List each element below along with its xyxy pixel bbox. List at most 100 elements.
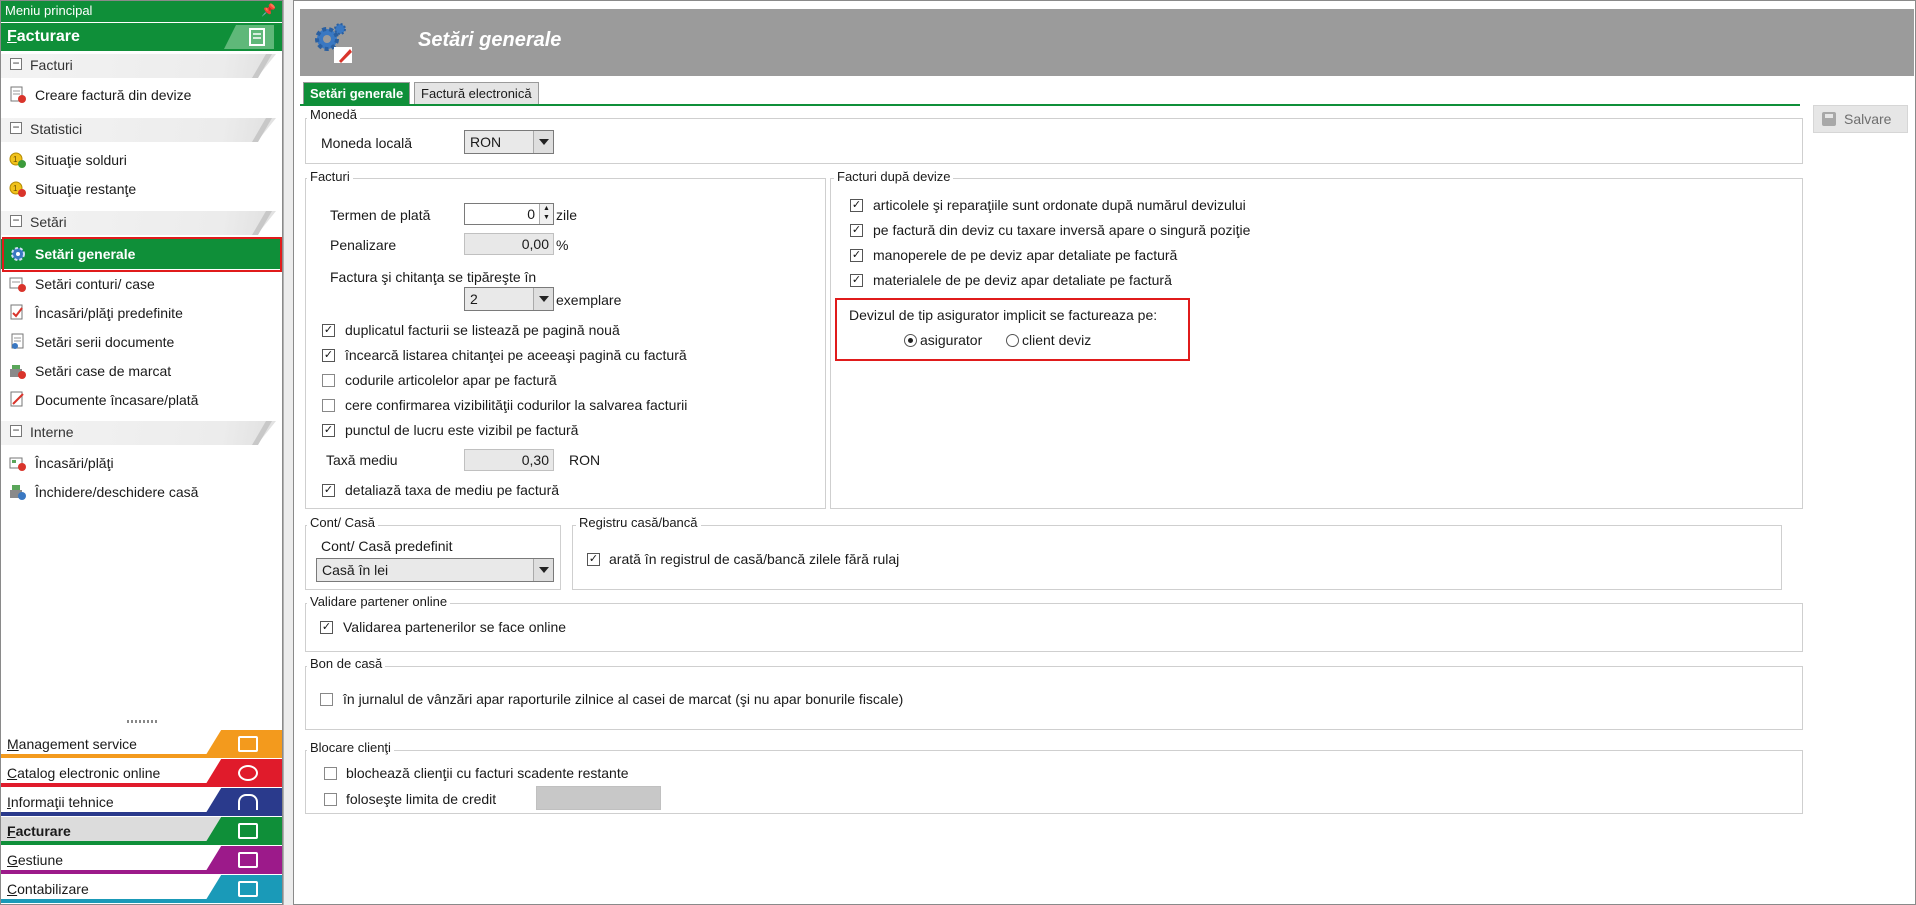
tab-underline xyxy=(300,104,1800,106)
checkbox-chitanta-aceeasi-pagina[interactable]: ✓ xyxy=(322,349,335,362)
radio-client-deviz[interactable] xyxy=(1006,334,1019,347)
balance-coins-icon: 1 xyxy=(9,152,26,168)
sidebar-item-situatie-restante[interactable]: 1 Situaţie restanţe xyxy=(1,175,282,203)
moneda-locala-value: RON xyxy=(470,134,502,150)
sidebar-group-label: Setări xyxy=(30,214,67,230)
sidebar-item-incasari-predefinite[interactable]: Încasări/plăţi predefinite xyxy=(1,299,282,327)
checkbox-materiale-label: materialele de pe deviz apar detaliate p… xyxy=(873,272,1172,288)
at-sign-icon xyxy=(204,759,282,787)
module-label: acturare xyxy=(15,823,71,839)
sidebar-group-facturi[interactable]: − Facturi xyxy=(1,52,282,78)
group-validare-title: Validare partener online xyxy=(307,594,451,609)
module-accesskey: C xyxy=(7,765,18,781)
checkbox-punct-lucru-label: punctul de lucru este vizibil pe factură xyxy=(345,422,579,438)
tiparire-exemplare-select[interactable]: 2 xyxy=(464,287,554,311)
module-label: anagement service xyxy=(18,736,137,752)
page-header: Setări generale xyxy=(300,9,1914,76)
module-facturare[interactable]: Facturare xyxy=(1,817,282,845)
magnet-icon xyxy=(204,788,282,816)
checkbox-zile-fara-rulaj[interactable]: ✓ xyxy=(587,553,600,566)
moneda-locala-label: Moneda locală xyxy=(321,135,413,151)
sidebar-item-label: Situaţie restanţe xyxy=(35,181,137,197)
termen-plata-input[interactable]: 0 ▲ ▼ xyxy=(464,203,554,225)
sidebar-item-situatie-solduri[interactable]: 1 Situaţie solduri xyxy=(1,146,282,174)
checkbox-detaliaza-taxa[interactable]: ✓ xyxy=(322,484,335,497)
checkbox-coduri-articole[interactable] xyxy=(322,374,335,387)
tab-setari-generale[interactable]: Setări generale xyxy=(303,82,411,104)
tab-factura-electronica[interactable]: Factură electronică xyxy=(414,82,539,104)
checkbox-limita-credit[interactable] xyxy=(324,793,337,806)
checkbox-ordonate-deviz[interactable]: ✓ xyxy=(850,199,863,212)
service-module-icon xyxy=(204,730,282,758)
svg-text:1: 1 xyxy=(13,155,18,164)
checkbox-validare-online[interactable]: ✓ xyxy=(320,621,333,634)
checkbox-punct-lucru[interactable]: ✓ xyxy=(322,424,335,437)
panel-divider[interactable] xyxy=(283,0,293,905)
checkbox-taxare-inversa[interactable]: ✓ xyxy=(850,224,863,237)
group-registru-title: Registru casă/bancă xyxy=(576,515,701,530)
sidebar-item-inchidere-casa[interactable]: Închidere/deschidere casă xyxy=(1,478,282,506)
penalizare-input[interactable]: 0,00 xyxy=(464,233,554,255)
cash-register-icon xyxy=(10,365,26,379)
sidebar-item-incasari-plati[interactable]: Încasări/plăţi xyxy=(1,449,282,477)
module-label: nformaţii tehnice xyxy=(10,794,114,810)
active-module-facturare[interactable]: Facturare xyxy=(1,23,282,51)
sidebar-group-setari[interactable]: − Setări xyxy=(1,209,282,235)
payments-predefined-icon xyxy=(10,304,23,320)
taxa-mediu-label: Taxă mediu xyxy=(326,452,398,468)
checkbox-confirmare-coduri[interactable] xyxy=(322,399,335,412)
collapse-icon[interactable]: − xyxy=(10,424,22,437)
taxa-mediu-unit: RON xyxy=(569,452,601,468)
chevron-down-icon[interactable] xyxy=(533,288,553,310)
module-contabilizare[interactable]: Contabilizare xyxy=(1,875,282,903)
save-button[interactable]: Salvare xyxy=(1813,105,1908,133)
checkbox-jurnal-vanzari[interactable] xyxy=(320,693,333,706)
cont-casa-select[interactable]: Casă în lei xyxy=(316,558,554,582)
sidebar-group-statistici[interactable]: − Statistici xyxy=(1,116,282,142)
radio-asigurator[interactable] xyxy=(904,334,917,347)
accounts-settings-icon xyxy=(9,277,26,292)
checkbox-manopere-detaliate[interactable]: ✓ xyxy=(850,249,863,262)
sidebar-item-documente-incasare[interactable]: Documente încasare/plată xyxy=(1,386,282,414)
radio-asigurator-label: asigurator xyxy=(920,332,983,348)
collapse-icon[interactable]: − xyxy=(10,57,22,70)
module-accesskey: G xyxy=(7,852,18,868)
sidebar-item-setari-conturi[interactable]: Setări conturi/ case xyxy=(1,270,282,298)
checkbox-blocheaza-restante[interactable] xyxy=(324,767,337,780)
checkbox-taxare-inversa-label: pe factură din deviz cu taxare inversă a… xyxy=(873,222,1251,238)
overdue-coins-icon: 1 xyxy=(9,181,26,197)
active-module-label: acturare xyxy=(16,28,80,45)
cash-register-open-icon xyxy=(10,485,26,500)
sidebar-item-label: Închidere/deschidere casă xyxy=(35,484,199,500)
chevron-down-icon[interactable] xyxy=(533,559,553,581)
checkbox-duplicat[interactable]: ✓ xyxy=(322,324,335,337)
taxa-mediu-input[interactable]: 0,30 xyxy=(464,449,554,471)
moneda-locala-select[interactable]: RON xyxy=(464,130,554,154)
payment-documents-icon xyxy=(10,391,24,407)
sidebar-splitter[interactable] xyxy=(1,719,282,725)
module-catalog-electronic[interactable]: Catalog electronic online xyxy=(1,759,282,787)
tiparire-value: 2 xyxy=(470,291,478,307)
pin-icon[interactable]: 📌 xyxy=(261,3,276,17)
limita-credit-input[interactable] xyxy=(536,786,661,810)
module-management-service[interactable]: Management service xyxy=(1,730,282,758)
spinner-updown-icon[interactable]: ▲ ▼ xyxy=(539,204,553,224)
module-informatii-tehnice[interactable]: Informaţii tehnice xyxy=(1,788,282,816)
sidebar-item-case-marcat[interactable]: Setări case de marcat xyxy=(1,357,282,385)
collapse-icon[interactable]: − xyxy=(10,121,22,134)
collapse-icon[interactable]: − xyxy=(10,214,22,227)
checkbox-materiale-detaliate[interactable]: ✓ xyxy=(850,274,863,287)
penalizare-value: 0,00 xyxy=(521,236,549,252)
termen-plata-value: 0 xyxy=(527,206,535,222)
accounting-icon xyxy=(204,875,282,903)
module-label: estiune xyxy=(17,852,64,868)
chevron-down-icon[interactable] xyxy=(533,131,553,153)
sidebar-group-interne[interactable]: − Interne xyxy=(1,419,282,445)
sidebar-item-serii-documente[interactable]: Setări serii documente xyxy=(1,328,282,356)
sidebar-item-label: Încasări/plăţi predefinite xyxy=(35,305,183,321)
module-gestiune[interactable]: Gestiune xyxy=(1,846,282,874)
invoice-create-icon xyxy=(10,86,26,103)
group-blocare-clienti xyxy=(305,750,1803,814)
module-label: atalog electronic online xyxy=(17,765,161,781)
sidebar-item-creare-factura[interactable]: Creare factură din devize xyxy=(1,81,282,109)
